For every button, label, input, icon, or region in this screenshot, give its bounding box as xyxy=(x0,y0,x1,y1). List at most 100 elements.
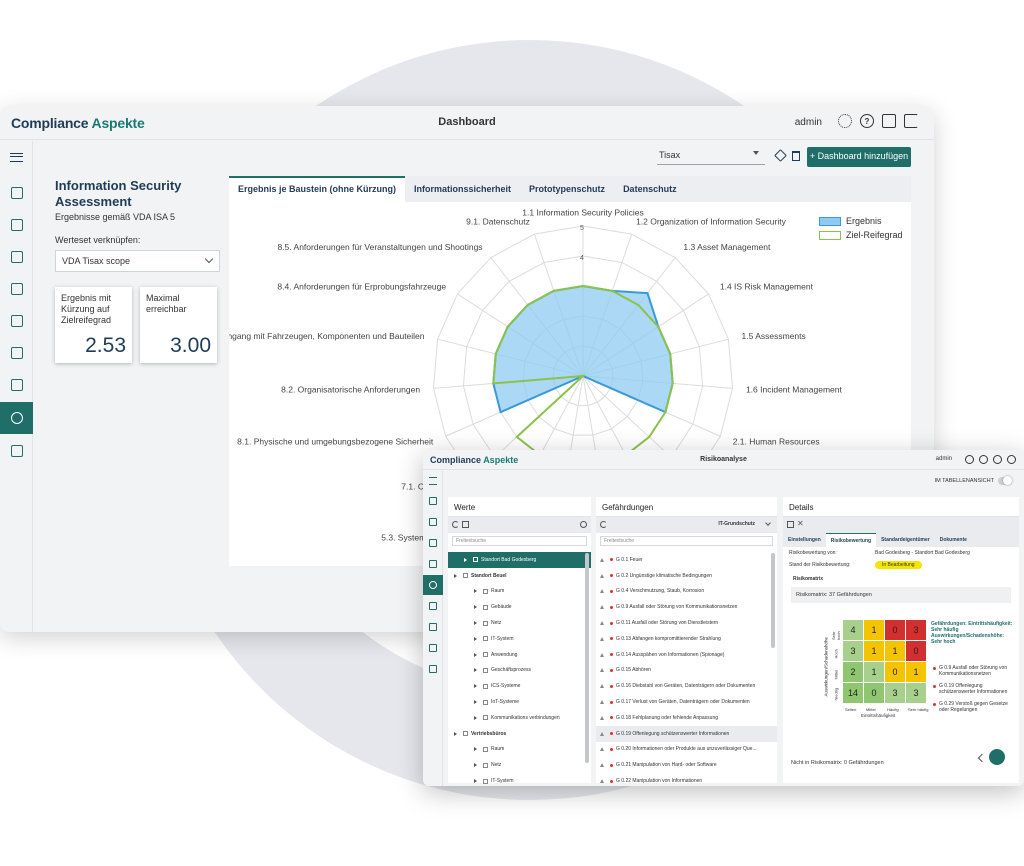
matrix-cell[interactable]: 4 xyxy=(843,620,863,640)
tab-datenschutz[interactable]: Datenschutz xyxy=(614,176,686,202)
tab-risikobewertung[interactable]: Risikobewertung xyxy=(825,533,877,547)
gefaehrdung-item[interactable]: G 0.15 Abhören xyxy=(596,663,777,679)
gear-icon[interactable] xyxy=(838,114,852,128)
clipboard-check-icon[interactable] xyxy=(0,337,33,369)
close-icon[interactable]: ✕ xyxy=(797,519,804,528)
tree-icon[interactable] xyxy=(0,209,33,241)
building-icon[interactable] xyxy=(0,177,33,209)
werte-tree-item[interactable]: IT-System xyxy=(448,773,591,786)
help-icon[interactable] xyxy=(979,455,988,464)
gefaehrdung-item[interactable]: G 0.22 Manipulation von Informationen xyxy=(596,773,777,786)
lock-icon[interactable] xyxy=(882,114,896,128)
share-icon[interactable] xyxy=(580,521,587,528)
tab-ergebnis[interactable]: Ergebnis je Baustein (ohne Kürzung) xyxy=(229,176,406,202)
table-view-toggle[interactable] xyxy=(998,476,1012,485)
matrix-cell[interactable]: 0 xyxy=(864,683,884,703)
pie-chart-icon[interactable] xyxy=(0,402,33,434)
refresh-icon[interactable] xyxy=(600,521,607,528)
matrix-cell[interactable]: 0 xyxy=(906,641,926,661)
caret-right-icon[interactable] xyxy=(454,573,457,578)
gefaehrdung-item[interactable]: G 0.17 Verlust von Geräten, Datenträgern… xyxy=(596,694,777,710)
gefaehrdung-item[interactable]: G 0.19 Offenlegung schützenswerter Infor… xyxy=(596,725,777,742)
matrix-cell[interactable]: 1 xyxy=(906,662,926,682)
caret-right-icon[interactable] xyxy=(464,557,467,562)
matrix-cell[interactable]: 1 xyxy=(864,641,884,661)
werte-tree-item[interactable]: Netz xyxy=(448,757,591,773)
clipboard-check-icon[interactable] xyxy=(423,596,443,616)
pie-chart-icon[interactable] xyxy=(423,638,443,658)
caret-right-icon[interactable] xyxy=(474,715,477,720)
gefaehrdung-item[interactable]: G 0.9 Ausfall oder Störung von Kommunika… xyxy=(596,599,777,615)
matrix-cell[interactable]: 3 xyxy=(906,683,926,703)
matrix-cell[interactable]: 0 xyxy=(885,620,905,640)
home-icon[interactable] xyxy=(462,521,469,528)
caret-right-icon[interactable] xyxy=(474,668,477,673)
lightning-icon[interactable] xyxy=(0,305,33,337)
gefaehrdung-item[interactable]: G 0.11 Ausfall oder Störung von Dienstle… xyxy=(596,615,777,631)
tab-prototypenschutz[interactable]: Prototypenschutz xyxy=(520,176,614,202)
werte-tree-item[interactable]: Raum xyxy=(448,742,591,758)
werte-tree-item[interactable]: Standort Bad Godesberg xyxy=(448,552,591,568)
gef-search-input[interactable]: Freitextsuche xyxy=(600,536,773,546)
gefaehrdung-item[interactable]: G 0.18 Fehlplanung oder fehlende Anpassu… xyxy=(596,710,777,726)
gefaehrdung-item[interactable]: G 0.20 Informationen oder Produkte aus u… xyxy=(596,742,777,758)
matrix-cell[interactable]: 0 xyxy=(885,662,905,682)
gef-scrollbar[interactable] xyxy=(771,553,775,648)
logout-icon[interactable] xyxy=(1007,455,1016,464)
chat-button[interactable] xyxy=(989,749,1005,765)
caret-right-icon[interactable] xyxy=(474,605,477,610)
werteset-select[interactable]: VDA Tisax scope xyxy=(55,250,220,272)
werte-tree-item[interactable]: Kommunikations verbindungen xyxy=(448,710,591,726)
list-icon[interactable] xyxy=(0,369,33,401)
caret-right-icon[interactable] xyxy=(474,652,477,657)
help-icon[interactable]: ? xyxy=(860,114,874,128)
building-icon[interactable] xyxy=(423,491,443,511)
matrix-cell[interactable]: 2 xyxy=(843,662,863,682)
werte-search-input[interactable]: Freitextsuche xyxy=(452,536,587,546)
caret-right-icon[interactable] xyxy=(474,700,477,705)
tab-einstellungen[interactable]: Einstellungen xyxy=(783,533,826,547)
matrix-note-item[interactable]: G 0.9 Ausfall oder Störung von Kommunika… xyxy=(939,665,1013,677)
question-icon[interactable] xyxy=(423,554,443,574)
gefaehrdung-item[interactable]: G 0.21 Manipulation von Hard- oder Softw… xyxy=(596,757,777,773)
menu-icon[interactable] xyxy=(0,141,33,173)
werte-scrollbar[interactable] xyxy=(585,553,589,763)
logout-icon[interactable] xyxy=(904,114,918,128)
gefaehrdung-item[interactable]: G 0.16 Diebstahl von Geräten, Datenträge… xyxy=(596,678,777,694)
server-icon[interactable] xyxy=(423,659,443,679)
lock-icon[interactable] xyxy=(993,455,1002,464)
gef-filter-select[interactable]: IT-Grundschutz xyxy=(718,521,755,527)
tree-icon[interactable] xyxy=(423,512,443,532)
caret-right-icon[interactable] xyxy=(474,779,477,784)
werte-tree-item[interactable]: Vertriebsbüros xyxy=(448,726,591,742)
gefaehrdung-item[interactable]: G 0.13 Abfangen kompromittierender Strah… xyxy=(596,631,777,647)
caret-right-icon[interactable] xyxy=(474,621,477,626)
lightning-icon[interactable] xyxy=(423,575,443,595)
werte-tree-item[interactable]: Gebäude xyxy=(448,599,591,615)
copy-icon[interactable] xyxy=(423,533,443,553)
server-icon[interactable] xyxy=(0,435,33,467)
caret-right-icon[interactable] xyxy=(474,684,477,689)
save-icon[interactable] xyxy=(787,521,794,528)
matrix-cell[interactable]: 3 xyxy=(885,683,905,703)
werte-tree-item[interactable]: Raum xyxy=(448,584,591,600)
gefaehrdung-item[interactable]: G 0.4 Verschmutzung, Staub, Korrosion xyxy=(596,584,777,600)
risikomatrix-section[interactable]: Risikomatrix xyxy=(783,571,1019,587)
gefaehrdung-item[interactable]: G 0.1 Feuer xyxy=(596,552,777,568)
werte-tree-item[interactable]: Netz xyxy=(448,615,591,631)
menu-icon[interactable] xyxy=(423,471,443,491)
add-dashboard-button[interactable]: + Dashboard hinzufügen xyxy=(807,147,911,167)
matrix-cell[interactable]: 3 xyxy=(843,641,863,661)
werte-tree-item[interactable]: IoT-Systeme xyxy=(448,694,591,710)
matrix-cell[interactable]: 1 xyxy=(864,620,884,640)
matrix-cell[interactable]: 1 xyxy=(864,662,884,682)
matrix-cell[interactable]: 3 xyxy=(906,620,926,640)
tab-standardeigentuemer[interactable]: Standardeigentümer xyxy=(876,533,935,547)
trash-icon[interactable] xyxy=(792,151,800,161)
werte-tree-item[interactable]: Geschäftsprozess xyxy=(448,663,591,679)
list-icon[interactable] xyxy=(423,617,443,637)
caret-right-icon[interactable] xyxy=(454,731,457,736)
werte-tree-item[interactable]: Anwendung xyxy=(448,647,591,663)
tab-informationssicherheit[interactable]: Informationssicherheit xyxy=(405,176,520,202)
copy-icon[interactable] xyxy=(0,241,33,273)
